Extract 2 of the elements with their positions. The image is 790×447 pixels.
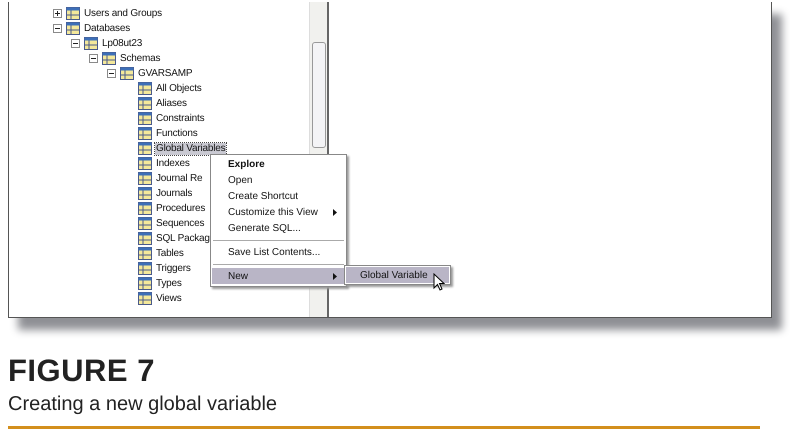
- figure-label: FIGURE 7: [8, 353, 156, 389]
- figure-caption: Creating a new global variable: [8, 393, 278, 416]
